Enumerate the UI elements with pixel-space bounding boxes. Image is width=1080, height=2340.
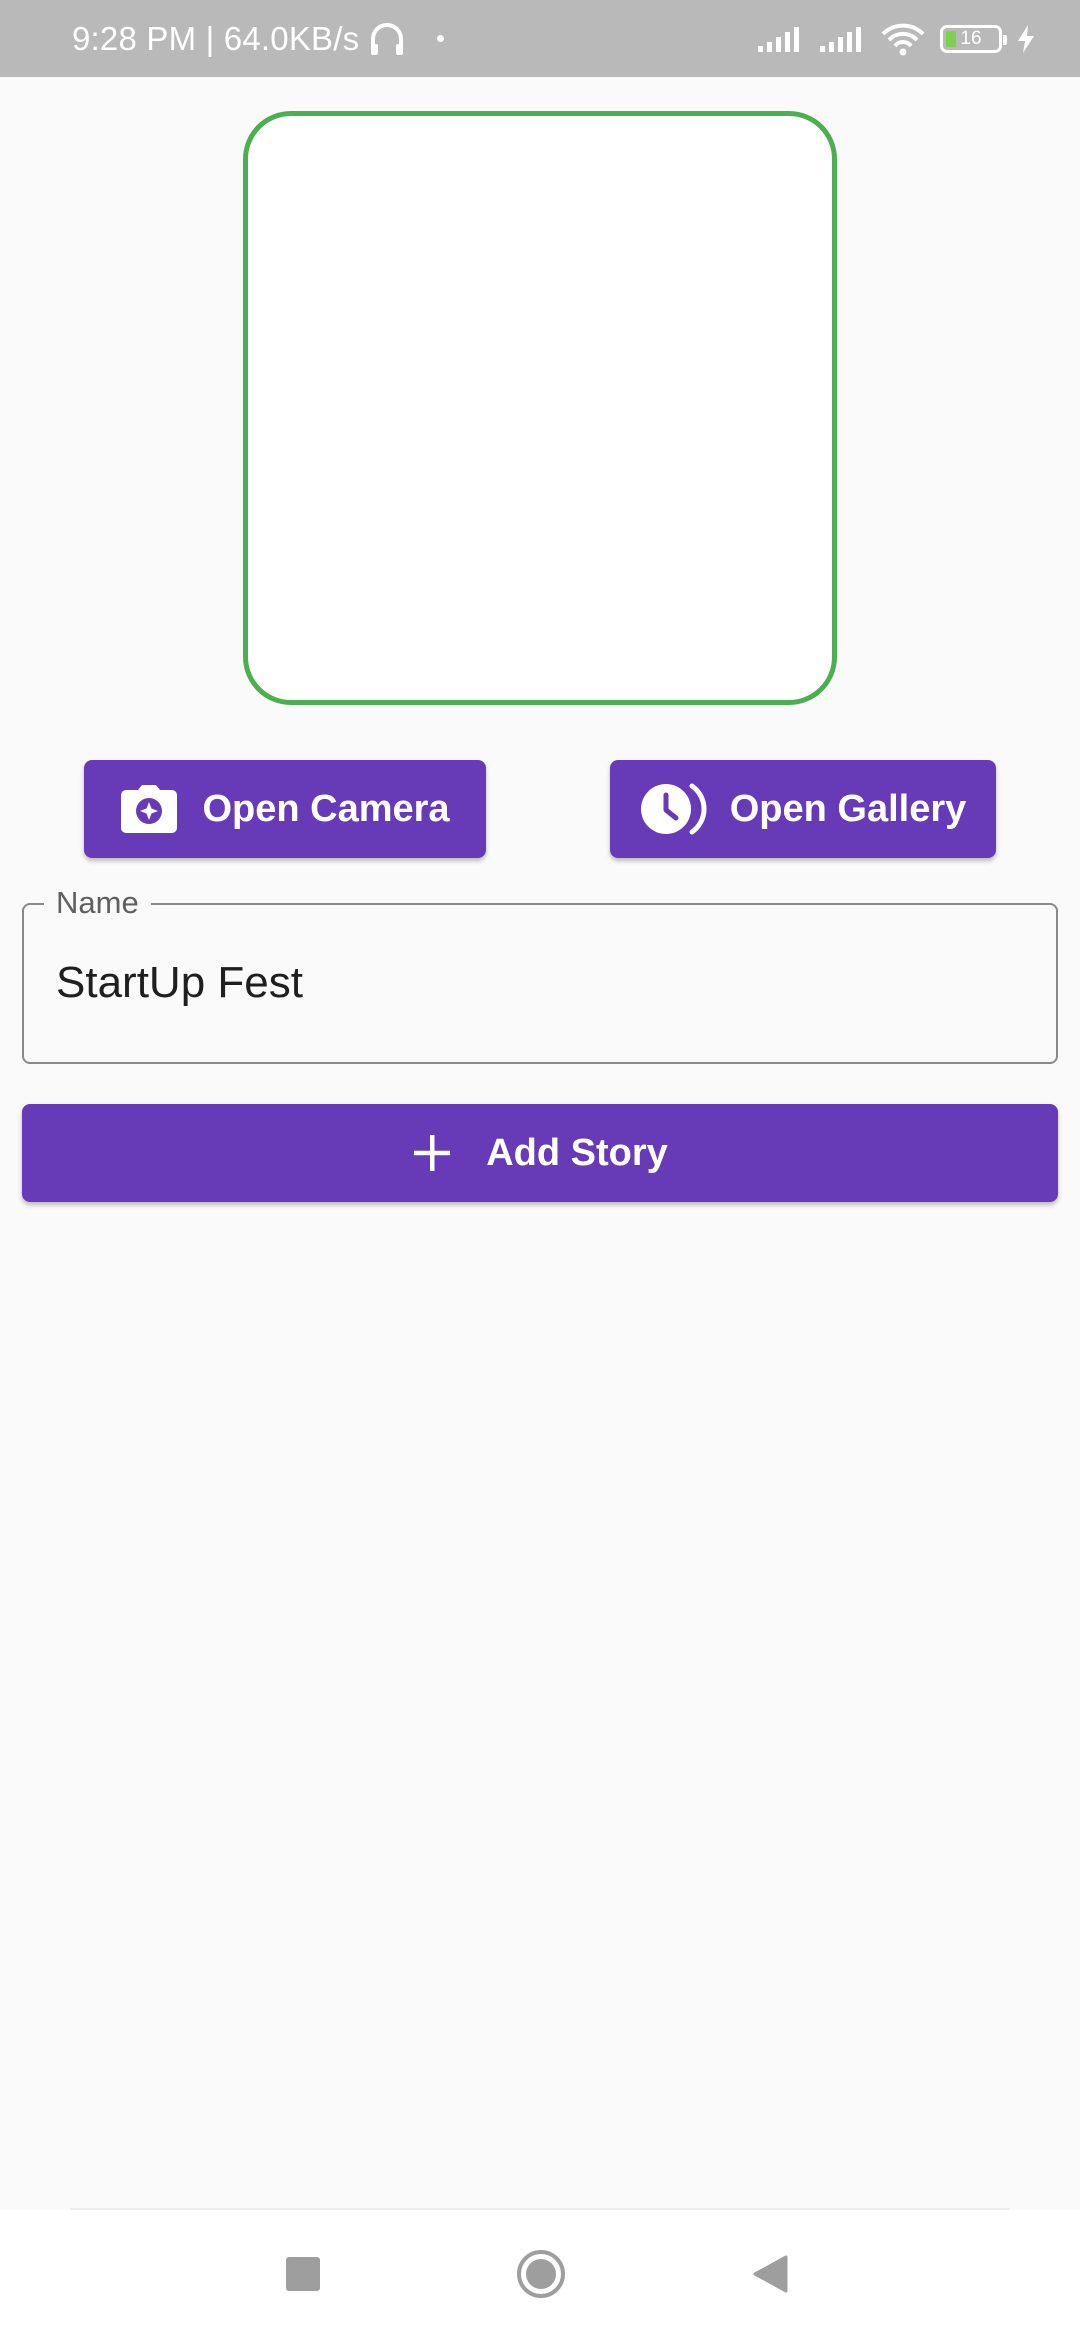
headphones-icon [371,22,404,55]
name-field[interactable]: Name StartUp Fest [22,883,1058,1064]
home-circle-icon[interactable] [516,2249,566,2299]
open-camera-label: Open Camera [202,787,450,830]
plus-icon [412,1133,452,1173]
battery-icon: 16 [940,24,1007,53]
status-left: 9:28 PM | 64.0KB/s [72,0,445,77]
status-right: 16 [756,0,1036,77]
battery-cap [1003,34,1007,45]
status-time-speed: 9:28 PM | 64.0KB/s [72,19,360,57]
name-field-label: Name [44,883,151,923]
image-preview[interactable] [243,111,837,705]
wifi-icon [881,23,925,55]
open-gallery-button[interactable]: Open Gallery [610,760,996,858]
gallery-icon [640,781,708,837]
open-gallery-label: Open Gallery [729,787,967,830]
recents-square-icon[interactable] [286,2257,320,2291]
signal-icon [820,26,861,52]
open-camera-button[interactable]: Open Camera [84,760,486,858]
add-story-label: Add Story [486,1131,668,1174]
notification-dot [437,35,445,42]
back-triangle-icon[interactable] [752,2254,790,2294]
camera-icon [120,784,178,834]
navigation-bar [0,2210,1080,2340]
signal-icon [758,26,799,52]
charging-icon [1018,24,1034,53]
battery-level: 16 [960,27,982,49]
name-field-value[interactable]: StartUp Fest [56,955,303,1011]
add-story-button[interactable]: Add Story [22,1104,1058,1202]
status-bar: 9:28 PM | 64.0KB/s 16 [0,0,1080,77]
